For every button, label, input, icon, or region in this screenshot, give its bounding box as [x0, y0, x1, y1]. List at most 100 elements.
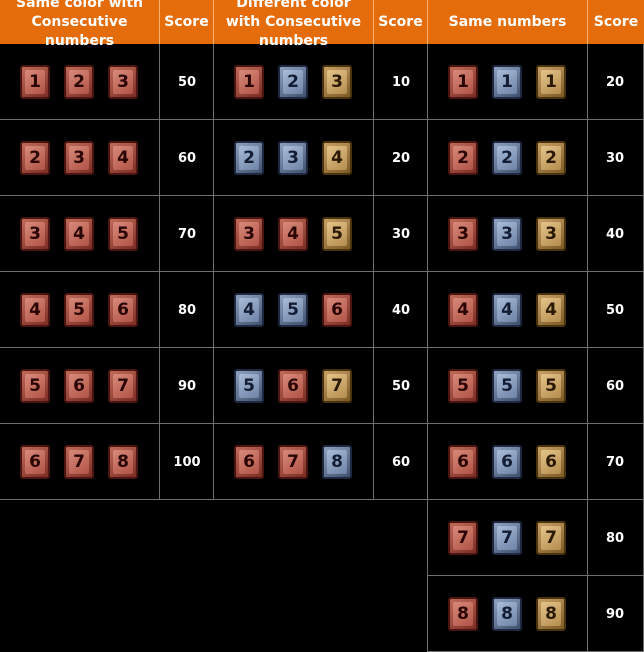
different-color-score: 10: [391, 74, 411, 90]
same-numbers-score: 70: [605, 454, 625, 470]
tile-number: 1: [243, 72, 255, 92]
tile-number: 5: [73, 300, 85, 320]
tile-number: 4: [545, 300, 557, 320]
different-color-tile-yellow: 3: [322, 65, 352, 99]
tile-number: 7: [287, 452, 299, 472]
different-color-tile-yellow: 7: [322, 369, 352, 403]
same-numbers-tile-red: 3: [448, 217, 478, 251]
tile-number: 6: [243, 452, 255, 472]
different-color-tile-blue: 8: [322, 445, 352, 479]
same-numbers-tile-yellow: 1: [536, 65, 566, 99]
same-numbers-score: 80: [605, 530, 625, 546]
tile-number: 3: [117, 72, 129, 92]
same-color-score: 90: [177, 378, 197, 394]
tile-number: 6: [29, 452, 41, 472]
tile-number: 2: [243, 148, 255, 168]
tile-number: 5: [501, 376, 513, 396]
same-color-score: 60: [177, 150, 197, 166]
same-numbers-score: 30: [605, 150, 625, 166]
tile-number: 3: [243, 224, 255, 244]
different-color-tile-red: 1: [234, 65, 264, 99]
tile-number: 8: [545, 604, 557, 624]
tile-number: 8: [457, 604, 469, 624]
tile-number: 3: [501, 224, 513, 244]
different-color-tile-red: 3: [234, 217, 264, 251]
same-color-tile-red: 2: [64, 65, 94, 99]
tile-number: 1: [29, 72, 41, 92]
different-color-score: 60: [391, 454, 411, 470]
same-color-tile-red: 5: [108, 217, 138, 251]
tile-number: 4: [29, 300, 41, 320]
same-color-tile-red: 3: [64, 141, 94, 175]
same-numbers-score: 50: [605, 302, 625, 318]
same-numbers-score: 60: [605, 378, 625, 394]
same-color-tile-red: 3: [20, 217, 50, 251]
tile-number: 5: [545, 376, 557, 396]
tile-number: 6: [73, 376, 85, 396]
different-color-tile-blue: 4: [234, 293, 264, 327]
same-numbers-tile-yellow: 7: [536, 521, 566, 555]
same-color-tile-red: 2: [20, 141, 50, 175]
tile-number: 6: [457, 452, 469, 472]
header-different-color: Different color with Consecutive numbers: [214, 0, 374, 49]
same-color-tile-red: 8: [108, 445, 138, 479]
same-color-tile-red: 5: [64, 293, 94, 327]
different-color-tile-blue: 5: [278, 293, 308, 327]
same-numbers-score: 20: [605, 74, 625, 90]
same-color-tile-red: 5: [20, 369, 50, 403]
same-numbers-tile-red: 4: [448, 293, 478, 327]
tile-number: 2: [73, 72, 85, 92]
tile-number: 3: [29, 224, 41, 244]
different-color-tile-blue: 2: [278, 65, 308, 99]
tile-number: 2: [545, 148, 557, 168]
same-numbers-tile-yellow: 8: [536, 597, 566, 631]
tile-number: 7: [117, 376, 129, 396]
tile-number: 6: [545, 452, 557, 472]
different-color-tile-red: 6: [234, 445, 264, 479]
same-numbers-tile-yellow: 3: [536, 217, 566, 251]
tile-number: 2: [501, 148, 513, 168]
tile-number: 6: [331, 300, 343, 320]
same-color-tile-red: 4: [108, 141, 138, 175]
tile-number: 1: [501, 72, 513, 92]
tile-number: 3: [545, 224, 557, 244]
tile-number: 5: [117, 224, 129, 244]
tile-number: 4: [331, 148, 343, 168]
header-same-numbers: Same numbers: [428, 0, 588, 44]
same-numbers-tile-red: 5: [448, 369, 478, 403]
tile-number: 6: [117, 300, 129, 320]
different-color-tile-red: 6: [322, 293, 352, 327]
tile-number: 3: [457, 224, 469, 244]
different-color-tile-blue: 2: [234, 141, 264, 175]
same-color-tile-red: 3: [108, 65, 138, 99]
same-color-tile-red: 6: [20, 445, 50, 479]
tile-number: 4: [501, 300, 513, 320]
same-numbers-tile-red: 7: [448, 521, 478, 555]
same-color-score: 50: [177, 74, 197, 90]
tile-number: 5: [243, 376, 255, 396]
tile-number: 2: [457, 148, 469, 168]
tile-number: 8: [501, 604, 513, 624]
different-color-tile-red: 6: [278, 369, 308, 403]
same-numbers-left-border: [427, 44, 428, 652]
same-numbers-tile-blue: 3: [492, 217, 522, 251]
same-numbers-score: 90: [605, 606, 625, 622]
header-score-1: Score: [160, 0, 214, 44]
same-numbers-tile-blue: 6: [492, 445, 522, 479]
same-numbers-tile-blue: 8: [492, 597, 522, 631]
different-color-tile-blue: 3: [278, 141, 308, 175]
tile-number: 4: [117, 148, 129, 168]
tile-number: 7: [545, 528, 557, 548]
tile-number: 4: [457, 300, 469, 320]
tile-number: 7: [501, 528, 513, 548]
same-color-tile-red: 4: [20, 293, 50, 327]
tile-number: 8: [331, 452, 343, 472]
tile-number: 5: [29, 376, 41, 396]
same-numbers-tile-blue: 7: [492, 521, 522, 555]
same-color-score: 100: [173, 454, 201, 470]
same-numbers-tile-yellow: 6: [536, 445, 566, 479]
same-color-tile-red: 6: [108, 293, 138, 327]
same-numbers-tile-red: 8: [448, 597, 478, 631]
same-numbers-tile-red: 1: [448, 65, 478, 99]
tile-number: 2: [287, 72, 299, 92]
